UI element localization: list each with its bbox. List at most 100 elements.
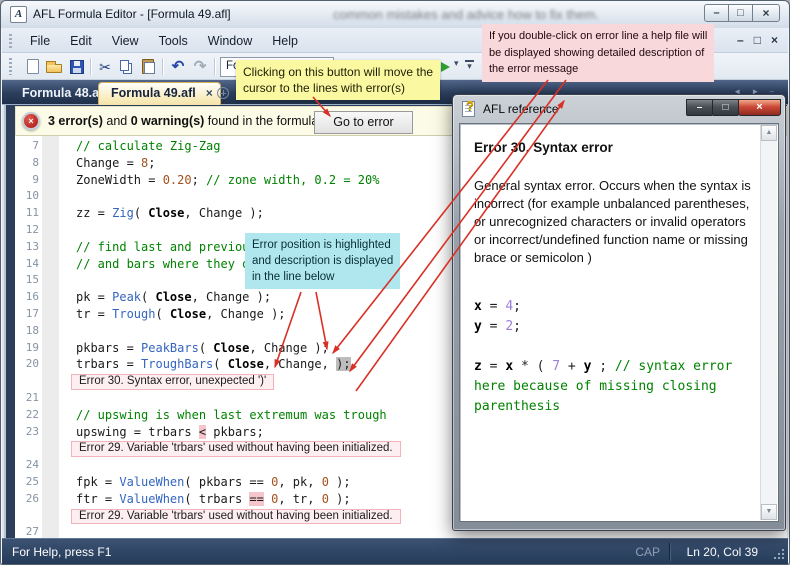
scroll-up-icon[interactable]: ▲ — [761, 125, 777, 141]
window-title: AFL Formula Editor - [Formula 49.afl] — [33, 7, 231, 21]
go-to-error-button[interactable]: Go to error — [314, 111, 413, 134]
toolbar-grip[interactable] — [9, 58, 12, 75]
reference-content: Error 30. Syntax error General syntax er… — [459, 123, 779, 522]
code-text[interactable]: upswing = trbars < pkbars; — [76, 424, 264, 441]
reference-window-title: AFL reference — [483, 102, 559, 116]
error-shield-icon: × — [22, 112, 40, 130]
line-number: 25 — [17, 474, 39, 491]
reference-maximize-button[interactable]: □ — [712, 99, 739, 116]
menubar-grip[interactable] — [9, 34, 12, 48]
line-number: 20 — [17, 356, 39, 373]
status-help-text: For Help, press F1 — [12, 545, 111, 559]
line-number: 27 — [17, 524, 39, 538]
verify-syntax-icon[interactable] — [441, 62, 450, 72]
status-cursor-position: Ln 20, Col 39 — [687, 545, 758, 559]
reference-code-line: x = 4; — [474, 297, 754, 317]
copy-button[interactable] — [118, 58, 136, 76]
error-annotation[interactable]: Error 30. Syntax error, unexpected ')' — [71, 374, 274, 390]
code-text[interactable]: pkbars = PeakBars( Close, Change ); — [76, 340, 329, 357]
code-text[interactable]: // calculate Zig-Zag — [76, 138, 221, 155]
reference-code-line: z = x * ( 7 + y ; // syntax error here b… — [474, 357, 754, 417]
toolbar-overflow-icon[interactable]: ▾ — [465, 60, 474, 71]
run-dropdown-caret-icon[interactable]: ▾ — [454, 58, 459, 69]
reference-code-line — [474, 337, 754, 357]
line-number: 10 — [17, 188, 39, 205]
error-summary-text: 3 error(s) and 0 warning(s) found in the… — [48, 114, 322, 128]
code-text[interactable]: zz = Zig( Close, Change ); — [76, 205, 264, 222]
close-button[interactable]: × — [752, 4, 780, 22]
line-number: 21 — [17, 390, 39, 407]
line-number: 22 — [17, 407, 39, 424]
tab-formula-49[interactable]: Formula 49.afl × — [98, 82, 221, 105]
mdi-close-button[interactable]: × — [771, 32, 778, 48]
new-file-button[interactable] — [24, 58, 42, 76]
tooltip-line: the error message — [489, 61, 707, 78]
help-page-icon: ? — [462, 101, 475, 117]
background-blur-text: common mistakes and advice how to fix th… — [333, 7, 599, 22]
tooltip-go-to-error: Clicking on this button will move thecur… — [236, 60, 440, 100]
open-file-button[interactable] — [45, 58, 63, 76]
reference-minimize-button[interactable]: – — [686, 99, 713, 116]
tab-close-icon[interactable]: × — [206, 86, 213, 100]
maximize-button[interactable]: □ — [728, 4, 753, 22]
cut-button[interactable]: ✂ — [96, 58, 114, 76]
line-number: 11 — [17, 205, 39, 222]
reference-heading: Error 30. Syntax error — [474, 140, 754, 155]
paste-button[interactable] — [140, 58, 158, 76]
tooltip-line: Error position is highlighted — [252, 237, 393, 253]
error-count: 3 error(s) — [48, 114, 103, 128]
mdi-restore-button[interactable]: □ — [754, 32, 761, 48]
tooltip-line: in the line below — [252, 269, 393, 285]
line-number: 16 — [17, 289, 39, 306]
line-number: 15 — [17, 272, 39, 289]
menu-bar-items: FileEditViewToolsWindowHelp — [20, 28, 308, 53]
tooltip-double-click-help: If you double-click on error line a help… — [482, 24, 714, 82]
code-text[interactable]: pk = Peak( Close, Change ); — [76, 289, 271, 306]
mdi-minimize-button[interactable]: – — [737, 32, 744, 48]
reference-scrollbar[interactable]: ▲ ▼ — [760, 125, 777, 520]
undo-button[interactable]: ↶ — [169, 58, 187, 76]
code-text[interactable]: fpk = ValueWhen( pkbars == 0, pk, 0 ); — [76, 474, 351, 491]
menu-item-window[interactable]: Window — [198, 32, 262, 50]
line-number: 26 — [17, 491, 39, 508]
menu-item-tools[interactable]: Tools — [149, 32, 198, 50]
tooltip-line: cursor to the lines with error(s) — [243, 80, 433, 96]
new-tab-icon[interactable] — [217, 87, 229, 99]
code-text[interactable]: // upswing is when last extremum was tro… — [76, 407, 387, 424]
app-icon: A — [10, 6, 27, 23]
line-number: 7 — [17, 138, 39, 155]
line-number: 13 — [17, 239, 39, 256]
menu-item-file[interactable]: File — [20, 32, 60, 50]
code-text[interactable]: ZoneWidth = 0.20; // zone width, 0.2 = 2… — [76, 172, 379, 189]
menu-item-view[interactable]: View — [102, 32, 149, 50]
menu-item-help[interactable]: Help — [262, 32, 308, 50]
line-number: 17 — [17, 306, 39, 323]
screen: { "background": { "blur_text": "common m… — [0, 0, 790, 565]
line-number: 14 — [17, 256, 39, 273]
tooltip-line: and description is displayed — [252, 253, 393, 269]
redo-button[interactable]: ↷ — [191, 58, 209, 76]
code-text[interactable]: Change = 8; — [76, 155, 156, 172]
tooltip-line: Clicking on this button will move the — [243, 64, 433, 80]
code-text[interactable]: // find last and previous — [76, 239, 257, 256]
line-number: 12 — [17, 222, 39, 239]
code-text[interactable]: tr = Trough( Close, Change ); — [76, 306, 286, 323]
error-annotation[interactable]: Error 29. Variable 'trbars' used without… — [71, 441, 401, 457]
reference-code: x = 4;y = 2; z = x * ( 7 + y ; // syntax… — [474, 297, 754, 417]
line-number: 19 — [17, 340, 39, 357]
tab-label: Formula 49.afl — [111, 86, 196, 100]
error-annotation[interactable]: Error 29. Variable 'trbars' used without… — [71, 509, 401, 525]
line-number: 8 — [17, 155, 39, 172]
code-text[interactable]: // and bars where they oc — [76, 256, 257, 273]
scroll-down-icon[interactable]: ▼ — [761, 504, 777, 520]
status-bar: For Help, press F1 CAP Ln 20, Col 39 — [2, 538, 788, 564]
minimize-button[interactable]: – — [704, 4, 729, 22]
menu-item-edit[interactable]: Edit — [60, 32, 102, 50]
resize-grip[interactable] — [772, 547, 784, 559]
tooltip-error-position: Error position is highlightedand descrip… — [245, 233, 400, 289]
code-text[interactable]: trbars = TroughBars( Close, Change, ); — [76, 356, 351, 373]
save-button[interactable] — [68, 58, 86, 76]
reference-close-button[interactable]: × — [738, 99, 781, 116]
code-text[interactable]: ftr = ValueWhen( trbars == 0, tr, 0 ); — [76, 491, 351, 508]
line-number: 23 — [17, 424, 39, 441]
